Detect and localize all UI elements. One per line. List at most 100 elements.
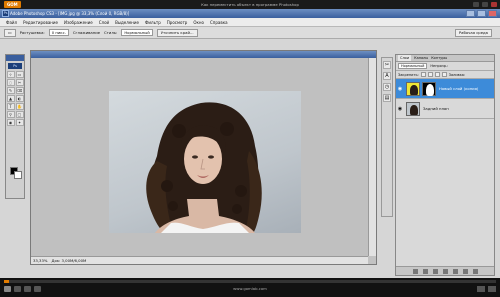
player-controls: www.gomlab.com — [0, 278, 500, 297]
menu-layer[interactable]: Слой — [99, 20, 109, 25]
layer-name[interactable]: Задний план — [423, 106, 449, 111]
fullscreen-icon[interactable] — [488, 286, 496, 292]
antialias-label[interactable]: Сглаживание — [73, 30, 100, 35]
layers-lock-options: Закрепить: Заливка: — [396, 71, 494, 79]
options-bar: ▭ Растушевка: 0 пикс. Сглаживание Стиль:… — [0, 27, 500, 39]
tools-grid: ⊹ ▭ ◌ ✂ ✎ ⌫ ▲ ◐ T ✋ ⚲ ▢ ◉ ✦ — [6, 71, 24, 126]
canvas-image[interactable] — [109, 91, 301, 233]
tab-layers[interactable]: Слои — [398, 55, 412, 61]
navigator-icon[interactable]: ▤ — [383, 94, 391, 102]
menu-filter[interactable]: Фильтр — [145, 20, 161, 25]
lock-all-icon[interactable] — [441, 72, 447, 77]
delete-layer-icon[interactable] — [472, 268, 478, 274]
photoshop-window: Ps Adobe Photoshop CS3 - [IMG.jpg @ 33,3… — [0, 9, 500, 278]
layer-row[interactable]: ◉ Новый слой (копия) — [396, 79, 494, 99]
menu-window[interactable]: Окно — [193, 20, 204, 25]
brush-preset-icon[interactable]: A — [383, 72, 391, 80]
vertical-scrollbar[interactable] — [368, 58, 376, 256]
visibility-eye-icon[interactable]: ◉ — [396, 86, 404, 92]
close-icon[interactable] — [488, 10, 497, 17]
marquee-tool-icon[interactable]: ▭ — [15, 71, 24, 78]
new-group-icon[interactable] — [452, 268, 458, 274]
tab-channels[interactable]: Каналы — [414, 55, 428, 61]
maximize-icon[interactable] — [477, 10, 486, 17]
sharpen-tool-icon[interactable]: ▲ — [6, 95, 15, 102]
feather-input[interactable]: 0 пикс. — [48, 29, 69, 36]
brush-tool-icon[interactable]: ✎ — [6, 87, 15, 94]
portrait-illustration — [146, 102, 262, 233]
document-window: 33,33% Док: 3,00M/6,00M — [30, 50, 377, 265]
new-layer-icon[interactable] — [462, 268, 468, 274]
dodge-tool-icon[interactable]: ◐ — [15, 95, 24, 102]
move-tool-icon[interactable]: ⊹ — [6, 71, 15, 78]
style-label: Стиль: — [104, 30, 118, 35]
menu-view[interactable]: Просмотр — [167, 20, 188, 25]
minimize-icon[interactable] — [466, 10, 475, 17]
zoom-tool-icon[interactable]: ⚲ — [6, 111, 15, 118]
photoshop-window-title: Adobe Photoshop CS3 - [IMG.jpg @ 33,3% (… — [10, 11, 130, 16]
marquee-tool-icon[interactable]: ▭ — [4, 28, 16, 37]
lasso-tool-icon[interactable]: ◌ — [6, 79, 15, 86]
visibility-eye-icon[interactable]: ◉ — [396, 106, 404, 112]
document-status-bar: 33,33% Док: 3,00M/6,00M — [31, 256, 91, 264]
tab-paths[interactable]: Контуры — [431, 55, 447, 61]
menu-file[interactable]: Файл — [6, 20, 17, 25]
history-icon[interactable]: ◷ — [383, 83, 391, 91]
menu-help[interactable]: Справка — [210, 20, 228, 25]
tools-panel: Ps ⊹ ▭ ◌ ✂ ✎ ⌫ ▲ ◐ T ✋ ⚲ ▢ ◉ ✦ — [5, 54, 25, 199]
tools-preset-icon[interactable]: ✂ — [383, 61, 391, 69]
photoshop-logo: Ps — [8, 63, 22, 69]
fill-label: Заливка: — [448, 72, 466, 77]
player-window-controls — [473, 2, 497, 7]
shape-tool-icon[interactable]: ▢ — [15, 111, 24, 118]
photoshop-window-controls — [466, 10, 497, 17]
layer-row[interactable]: ◉ Задний план — [396, 99, 494, 119]
link-layers-icon[interactable] — [412, 268, 418, 274]
menu-edit[interactable]: Редактирование — [23, 20, 58, 25]
layer-mask-thumbnail[interactable] — [422, 81, 436, 96]
menu-image[interactable]: Изображение — [64, 20, 93, 25]
player-site-link[interactable]: www.gomlab.com — [0, 286, 500, 291]
opacity-label: Непрозр.: — [430, 64, 449, 68]
eraser-tool-icon[interactable]: ⌫ — [15, 87, 24, 94]
volume-icon[interactable] — [477, 286, 485, 292]
horizontal-scrollbar[interactable] — [91, 256, 368, 264]
adjustment-layer-icon[interactable] — [442, 268, 448, 274]
seek-bar[interactable] — [4, 280, 496, 283]
close-icon[interactable] — [491, 2, 497, 7]
quick-mask-icon[interactable]: ✦ — [15, 119, 24, 126]
layers-blend-options: Нормальный Непрозр.: — [396, 62, 494, 71]
layers-panel: Слои Каналы Контуры Нормальный Непрозр.:… — [395, 54, 495, 276]
zoom-level[interactable]: 33,33% — [33, 257, 47, 264]
minimize-icon[interactable] — [473, 2, 479, 7]
style-select[interactable]: Нормальный — [121, 29, 153, 36]
refine-edge-button[interactable]: Уточнить край... — [156, 28, 198, 37]
layer-style-icon[interactable] — [422, 268, 428, 274]
maximize-icon[interactable] — [482, 2, 488, 7]
tools-panel-header[interactable] — [6, 55, 24, 61]
lock-label: Закрепить: — [398, 72, 419, 77]
document-info: Док: 3,00M/6,00M — [51, 258, 87, 263]
photoshop-app-icon: Ps — [2, 10, 9, 17]
type-tool-icon[interactable]: T — [6, 103, 15, 110]
layer-name[interactable]: Новый слой (копия) — [439, 86, 478, 91]
document-title-bar — [31, 51, 376, 58]
player-title-bar: GOM Как переместить объект в программе P… — [0, 0, 500, 9]
lock-position-icon[interactable] — [434, 72, 440, 77]
workspace-button[interactable]: Рабочая среда — [454, 28, 492, 37]
options-bar-right: Рабочая среда — [454, 28, 500, 37]
layers-panel-footer — [396, 266, 494, 275]
blend-mode-select[interactable]: Нормальный — [398, 63, 428, 69]
seek-progress — [4, 280, 9, 283]
crop-tool-icon[interactable]: ✂ — [15, 79, 24, 86]
layer-thumbnail — [406, 81, 420, 96]
menu-bar: Файл Редактирование Изображение Слой Выд… — [0, 18, 500, 27]
lock-transparency-icon[interactable] — [420, 72, 426, 77]
background-color-swatch[interactable] — [14, 171, 22, 179]
player-window-title: Как переместить объект в программе Photo… — [201, 2, 299, 7]
hand-tool-icon[interactable]: ✋ — [15, 103, 24, 110]
lock-pixels-icon[interactable] — [427, 72, 433, 77]
menu-select[interactable]: Выделение — [115, 20, 139, 25]
eyedropper-tool-icon[interactable]: ◉ — [6, 119, 15, 126]
add-mask-icon[interactable] — [432, 268, 438, 274]
